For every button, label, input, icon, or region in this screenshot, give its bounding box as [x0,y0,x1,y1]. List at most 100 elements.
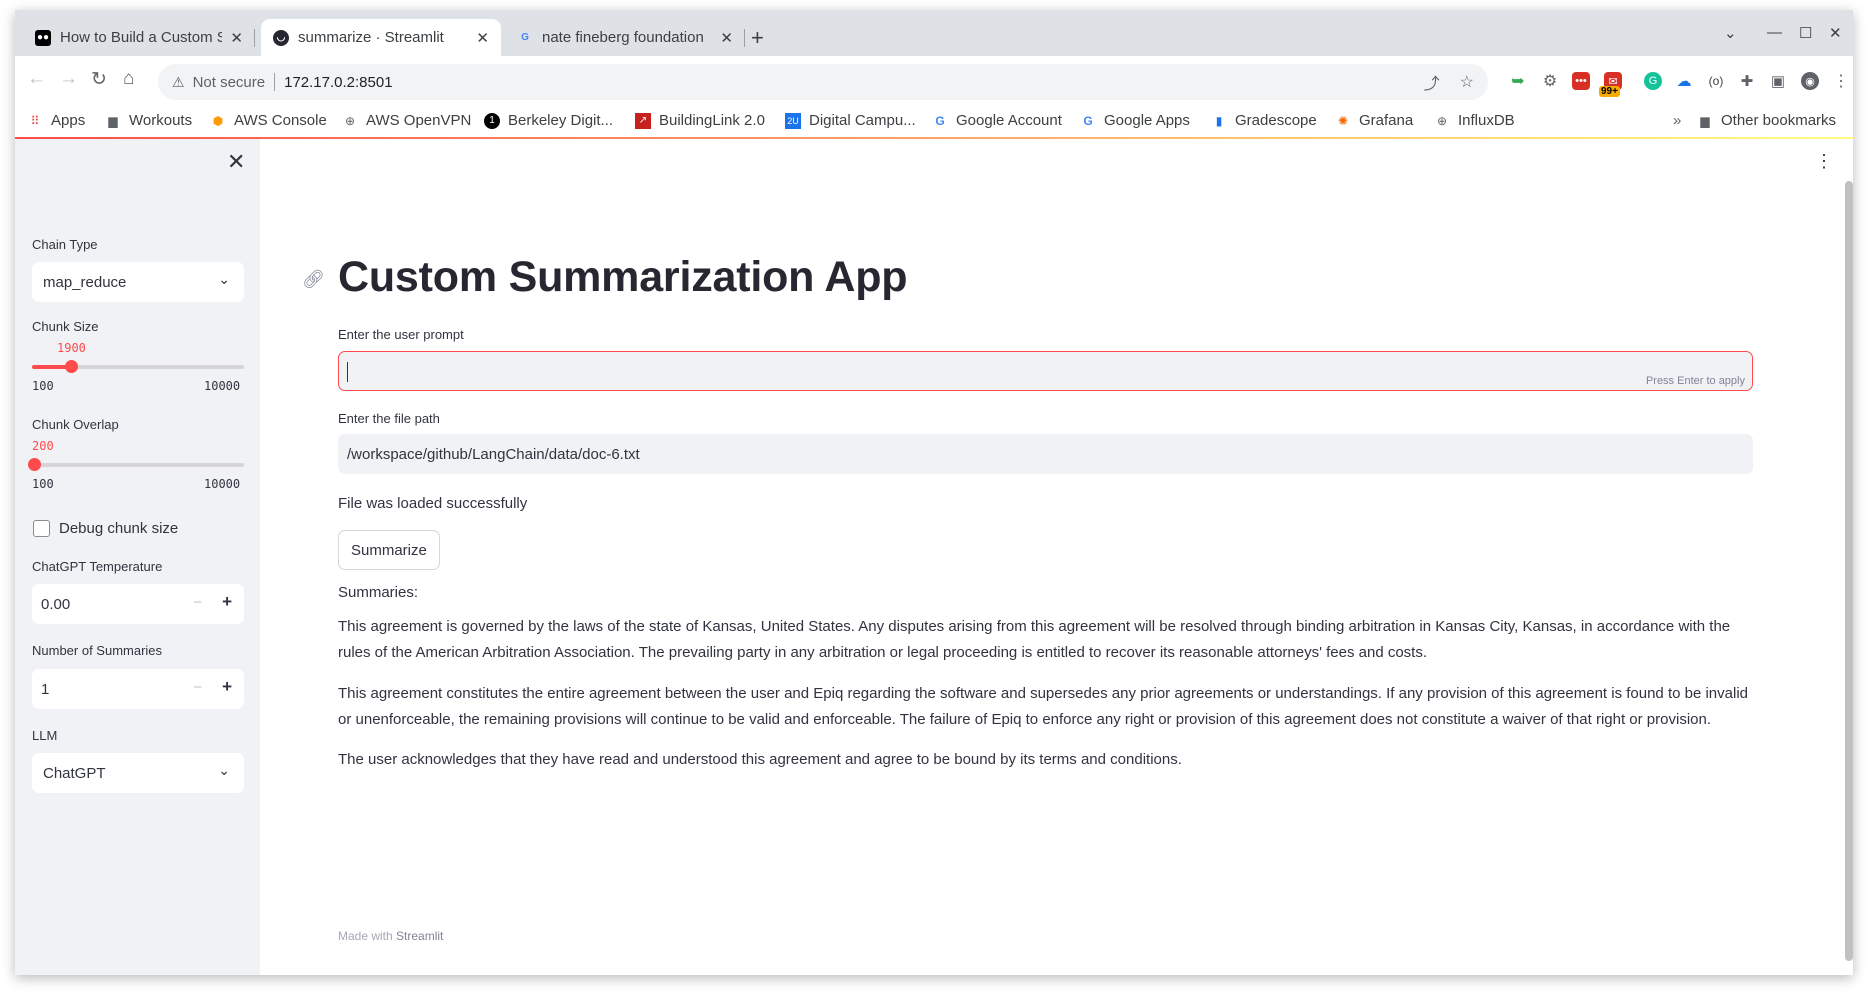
summaries-heading: Summaries: [338,584,419,601]
grafana-icon: ✺ [1337,113,1349,128]
increment-button[interactable]: + [222,677,232,697]
home-icon[interactable]: ⌂ [123,68,134,90]
share-icon[interactable]: ⤴ [1424,70,1440,94]
chunk-overlap-value: 200 [32,439,54,453]
bookmark-berkeley[interactable]: 1 Berkeley Digit... [484,112,613,129]
bookmark-aws-openvpn[interactable]: ⊕ AWS OpenVPN [342,112,471,129]
extension-arrow-icon[interactable]: ➥ [1509,72,1527,90]
footer: Made with Streamlit [338,929,443,943]
footer-prefix: Made with [338,929,393,943]
bookmark-apps[interactable]: ⠿ Apps [27,112,86,129]
filepath-input[interactable]: /workspace/github/LangChain/data/doc-6.t… [338,434,1753,474]
debug-checkbox-label[interactable]: Debug chunk size [59,520,178,537]
side-panel-icon[interactable]: ▣ [1769,72,1787,90]
extension-lastpass-icon[interactable]: ••• [1572,72,1590,90]
globe-icon: ⊕ [1436,113,1448,128]
chunk-overlap-min: 100 [32,477,54,491]
address-bar[interactable]: ⚠ Not secure 172.17.0.2:8501 ⤴ ☆ [158,64,1488,100]
maximize-button[interactable]: ☐ [1799,24,1812,42]
bookmark-grafana[interactable]: ✺ Grafana [1335,112,1413,129]
sidebar: ✕ Chain Type map_reduce ⌄ Chunk Size 190… [15,139,260,975]
app-menu-icon[interactable]: ⋮ [1815,151,1833,172]
close-tab-icon[interactable]: ✕ [230,29,243,47]
num-summaries-input[interactable]: 1 − + [32,669,244,709]
tab-medium-article[interactable]: ●● How to Build a Custom Su ✕ [23,19,255,56]
chain-type-label: Chain Type [32,237,98,252]
decrement-button[interactable]: − [193,679,202,696]
chunk-size-slider[interactable]: 1900 [32,341,244,373]
close-sidebar-icon[interactable]: ✕ [227,149,245,175]
chunk-size-label: Chunk Size [32,319,99,334]
grammarly-icon[interactable]: G [1644,72,1662,90]
tab-google-search[interactable]: G nate fineberg foundation ✕ [505,19,745,56]
bookmark-buildinglink[interactable]: ↗ BuildingLink 2.0 [635,112,765,129]
forward-icon[interactable]: → [59,68,78,90]
folder-icon: ▆ [108,113,118,128]
chunk-overlap-slider[interactable]: 200 [28,439,244,471]
reload-icon[interactable]: ↻ [91,68,107,91]
scrollbar[interactable] [1845,181,1853,961]
close-window-button[interactable]: ✕ [1829,24,1842,42]
close-tab-icon[interactable]: ✕ [476,29,489,47]
bookmark-influxdb[interactable]: ⊕ InfluxDB [1434,112,1515,129]
other-bookmarks[interactable]: ▆ Other bookmarks [1697,112,1836,129]
new-tab-button[interactable]: + [751,27,764,49]
summarize-button[interactable]: Summarize [338,530,440,570]
berkeley-icon: 1 [484,112,500,129]
llm-label: LLM [32,728,58,743]
link-anchor-icon[interactable]: 🔗︎ [302,269,325,290]
folder-icon: ▆ [1700,113,1710,128]
streamlit-icon: ◡ [273,29,289,46]
google-icon: G [935,113,945,128]
bookmarks-bar: ⠿ Apps ▆ Workouts ⬢ AWS Console ⊕ AWS OpenVP… [15,108,1853,138]
bookmark-google-apps[interactable]: G Google Apps [1080,112,1190,129]
security-status: Not secure [192,73,266,91]
increment-button[interactable]: + [222,592,232,612]
chunk-overlap-max: 10000 [204,477,241,491]
prompt-input[interactable]: Press Enter to apply [338,351,1753,391]
chrome-menu-icon[interactable]: ⋮ [1832,72,1850,90]
slider-thumb[interactable] [28,458,41,471]
tab-streamlit[interactable]: ◡ summarize · Streamlit ✕ [261,19,501,56]
extension-badge: 99+ [1599,86,1620,97]
streamlit-app: ✕ Chain Type map_reduce ⌄ Chunk Size 190… [15,139,1853,975]
num-summaries-value[interactable]: 1 [41,681,49,698]
chain-type-select[interactable]: map_reduce ⌄ [32,262,244,302]
tab-title: How to Build a Custom Su [60,29,223,46]
filepath-value[interactable]: /workspace/github/LangChain/data/doc-6.t… [347,446,640,463]
warning-icon[interactable]: ⚠ [172,74,185,91]
extensions-puzzle-icon[interactable]: ✚ [1738,72,1756,90]
llm-select[interactable]: ChatGPT ⌄ [32,753,244,793]
slider-thumb[interactable] [65,360,78,373]
tab-title: summarize · Streamlit [298,29,444,46]
globe-icon: ⊕ [344,113,356,128]
minimize-button[interactable]: — [1767,24,1782,41]
temperature-value[interactable]: 0.00 [41,596,70,613]
bar-chart-icon: ▮ [1215,113,1223,128]
load-status: File was loaded successfully [338,495,528,512]
summary-paragraph: This agreement is governed by the laws o… [338,618,1731,661]
profile-avatar[interactable]: ◉ [1801,72,1819,90]
chevron-down-icon: ⌄ [218,271,230,287]
streamlit-link[interactable]: Streamlit [396,929,443,943]
decrement-button[interactable]: − [193,594,202,611]
num-summaries-label: Number of Summaries [32,643,163,658]
cast-icon[interactable]: (o) [1707,72,1725,90]
bookmark-digital-campus[interactable]: 2U Digital Campu... [785,112,916,129]
cloud-icon[interactable]: ☁ [1675,72,1693,90]
bookmark-gradescope[interactable]: ▮ Gradescope [1211,112,1317,129]
extension-gear-icon[interactable]: ⚙ [1541,72,1559,90]
tab-search-icon[interactable]: ⌄ [1724,24,1737,42]
url-text[interactable]: 172.17.0.2:8501 [284,74,392,91]
back-icon[interactable]: ← [27,68,46,90]
debug-checkbox[interactable] [33,520,50,537]
bookmark-aws-console[interactable]: ⬢ AWS Console [210,112,327,129]
apps-grid-icon: ⠿ [30,113,40,128]
bookmark-star-icon[interactable]: ☆ [1460,72,1474,92]
bookmarks-overflow-icon[interactable]: » [1673,112,1681,129]
close-tab-icon[interactable]: ✕ [720,29,733,47]
chunk-size-max: 10000 [204,379,241,393]
bookmark-google-account[interactable]: G Google Account [932,112,1062,129]
temperature-input[interactable]: 0.00 − + [32,584,244,624]
bookmark-workouts[interactable]: ▆ Workouts [105,112,192,129]
